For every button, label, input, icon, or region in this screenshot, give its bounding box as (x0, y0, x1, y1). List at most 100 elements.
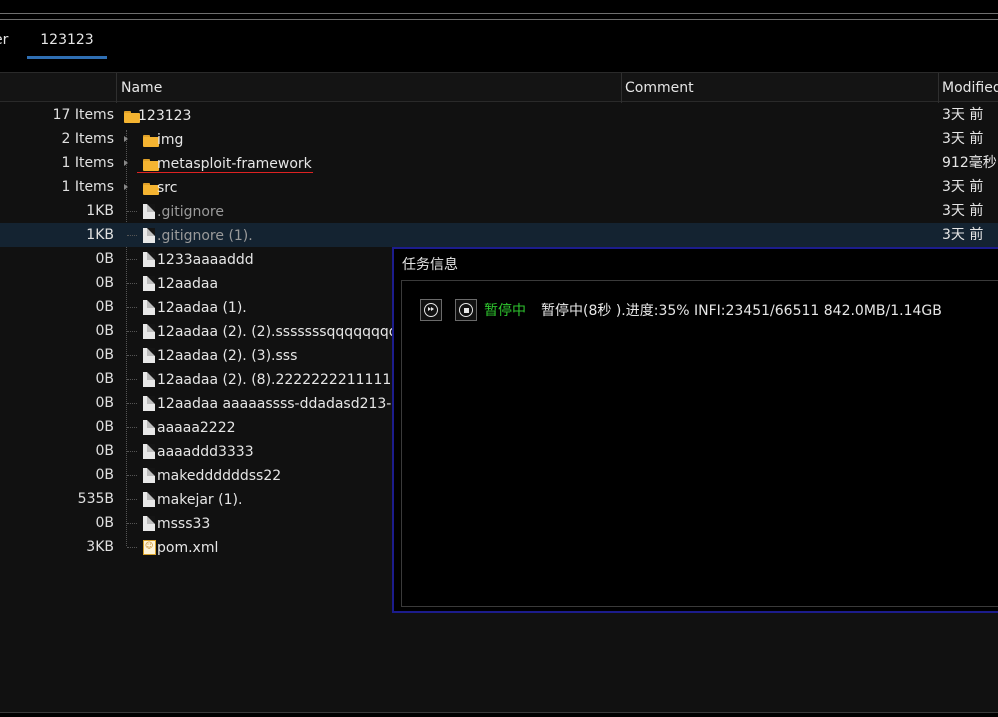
tree-branch-line (127, 403, 137, 405)
row-name[interactable]: .gitignore (1). (157, 223, 253, 247)
tab-previous[interactable]: er (0, 22, 8, 58)
row-name[interactable]: 1233aaaaddd (157, 247, 254, 271)
row-modified: 3天 前 (942, 203, 984, 219)
row-name[interactable]: pom.xml (157, 535, 218, 559)
row-name[interactable]: img (157, 127, 183, 151)
file-icon (143, 300, 155, 315)
tree-branch-line (127, 307, 137, 309)
row-modified: 3天 前 (942, 131, 984, 147)
file-icon (143, 372, 155, 387)
tree-branch-line (127, 211, 137, 213)
row-name[interactable]: 123123 (138, 103, 191, 127)
file-icon (143, 396, 155, 411)
row-size: 535B (77, 491, 114, 507)
row-name[interactable]: 12aadaa aaaaassss-ddadasd213-123 (157, 391, 392, 415)
tree-branch-line (127, 331, 137, 333)
task-list: 暂停中 暂停中(8秒 ).进度:35% INFI:23451/66511 842… (401, 280, 998, 607)
file-icon (143, 252, 155, 267)
tree-branch-line (127, 475, 137, 477)
active-tab-indicator (27, 56, 107, 59)
row-name[interactable]: 12aadaa (157, 271, 218, 295)
tree-branch-line (127, 523, 137, 525)
row-size: 17 Items (52, 107, 114, 123)
expand-arrow-icon[interactable] (124, 184, 128, 190)
row-size: 1KB (86, 203, 114, 219)
tree-branch-line (127, 283, 137, 285)
row-size: 0B (95, 299, 114, 315)
row-name[interactable]: aaaaa2222 (157, 415, 236, 439)
bottom-divider (0, 712, 998, 713)
row-name[interactable]: 12aadaa (1). (157, 295, 247, 319)
task-status: 暂停中 (484, 303, 526, 319)
tab-123123[interactable]: 123123 (27, 22, 107, 58)
file-icon (143, 348, 155, 363)
row-size: 0B (95, 467, 114, 483)
tree-branch-line (127, 547, 137, 549)
expand-arrow-icon[interactable] (124, 160, 128, 166)
tree-branch-line (127, 379, 137, 381)
top-divider (0, 13, 998, 14)
row-name[interactable]: 12aadaa (2). (2).sssssssqqqqqqqqqqq (157, 319, 392, 343)
row-modified: 3天 前 (942, 179, 984, 195)
row-size: 0B (95, 419, 114, 435)
table-row[interactable]: 1KB .gitignore (1). 3天 前 (0, 223, 998, 247)
column-comment[interactable]: Comment (625, 73, 925, 103)
row-size: 0B (95, 443, 114, 459)
rename-underline (137, 172, 313, 173)
resume-button[interactable] (420, 299, 442, 321)
row-name[interactable]: src (157, 175, 177, 199)
tab-bar: er 123123 (0, 22, 998, 60)
file-icon (143, 468, 155, 483)
column-separator[interactable] (621, 73, 622, 103)
row-name[interactable]: 12aadaa (2). (3).sss (157, 343, 297, 367)
tree-branch-line (127, 499, 137, 501)
row-size: 2 Items (61, 131, 114, 147)
table-row[interactable]: 1 Items src 3天 前 (0, 175, 998, 199)
row-name[interactable]: makejar (1). (157, 487, 242, 511)
row-name[interactable]: msss33 (157, 511, 210, 535)
row-size: 0B (95, 395, 114, 411)
fast-forward-circle-icon (424, 303, 438, 317)
file-icon (143, 204, 155, 219)
task-detail: 暂停中(8秒 ).进度:35% INFI:23451/66511 842.0MB… (541, 303, 942, 319)
top-divider-2 (0, 19, 998, 20)
tree-branch-line (127, 235, 137, 237)
task-info-dialog: 任务信息 暂停中 暂停中(8秒 ).进度:35% INFI:23451/6651… (392, 247, 998, 613)
row-size: 0B (95, 347, 114, 363)
column-separator[interactable] (938, 73, 939, 103)
row-name[interactable]: makeddddddss22 (157, 463, 281, 487)
table-row[interactable]: 2 Items img 3天 前 (0, 127, 998, 151)
tree-branch-line (127, 355, 137, 357)
stop-circle-icon (459, 303, 473, 317)
tree-branch-line (127, 451, 137, 453)
row-size: 1 Items (61, 155, 114, 171)
column-name[interactable]: Name (121, 73, 616, 103)
table-row[interactable]: 1KB .gitignore 3天 前 (0, 199, 998, 223)
row-name[interactable]: aaaaddd3333 (157, 439, 254, 463)
row-name[interactable]: .gitignore (157, 199, 224, 223)
row-size: 0B (95, 515, 114, 531)
column-separator[interactable] (116, 73, 117, 103)
table-row[interactable]: 17 Items 123123 3天 前 (0, 103, 998, 127)
expand-arrow-icon[interactable] (124, 136, 128, 142)
row-size: 0B (95, 251, 114, 267)
row-size: 1KB (86, 227, 114, 243)
row-modified: 912毫秒 (942, 155, 997, 171)
row-name[interactable]: 12aadaa (2). (8).2222222211111111111 (157, 367, 392, 391)
file-manager-window: er 123123 Name Comment Modified 17 Items… (0, 0, 998, 717)
file-icon (143, 228, 155, 243)
row-size: 0B (95, 323, 114, 339)
tree-branch-line (127, 427, 137, 429)
fast-forward-arrow (431, 307, 434, 311)
row-modified: 3天 前 (942, 227, 984, 243)
row-size: 0B (95, 275, 114, 291)
file-icon (143, 420, 155, 435)
row-modified: 3天 前 (942, 107, 984, 123)
stop-button[interactable] (455, 299, 477, 321)
file-icon (143, 324, 155, 339)
file-icon (143, 444, 155, 459)
xml-glyph: ☺ (145, 541, 154, 550)
dialog-title: 任务信息 (402, 257, 458, 273)
xml-file-icon: ☺ (143, 540, 156, 555)
column-modified[interactable]: Modified (942, 73, 998, 103)
